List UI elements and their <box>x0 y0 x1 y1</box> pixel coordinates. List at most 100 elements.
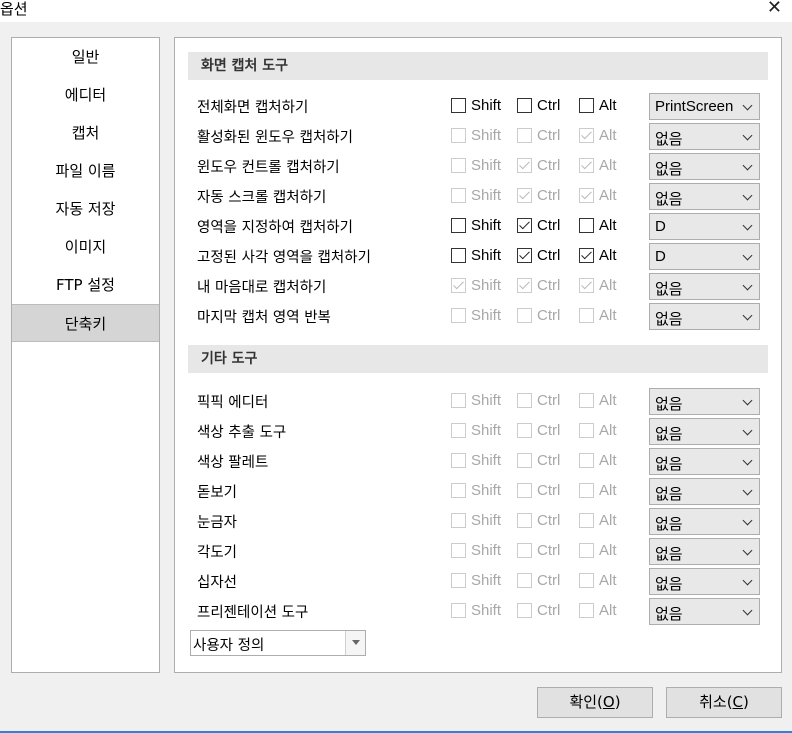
shortcut-label: 활성화된 윈도우 캡처하기 <box>197 130 353 146</box>
checkbox-box[interactable] <box>579 98 594 113</box>
alt-checkbox[interactable]: Alt <box>579 97 617 114</box>
key-select[interactable]: D <box>649 243 760 270</box>
chevron-down-icon[interactable] <box>742 425 753 436</box>
shortcut-label: 내 마음대로 캡처하기 <box>197 280 327 296</box>
shift-checkbox[interactable]: Shift <box>451 97 501 114</box>
chevron-down-icon[interactable] <box>742 605 753 616</box>
checkbox-box[interactable] <box>451 218 466 233</box>
ctrl-checkbox: Ctrl <box>517 422 560 439</box>
chevron-down-icon[interactable] <box>742 160 753 171</box>
chevron-down-icon[interactable] <box>742 455 753 466</box>
key-select[interactable]: 없음 <box>649 388 760 415</box>
shift-checkbox[interactable]: Shift <box>451 217 501 234</box>
shift-label: Shift <box>471 602 502 619</box>
key-select[interactable]: 없음 <box>649 123 760 150</box>
chevron-down-icon[interactable] <box>742 310 753 321</box>
chevron-down-icon[interactable] <box>742 515 753 526</box>
key-select[interactable]: 없음 <box>649 568 760 595</box>
key-select[interactable]: 없음 <box>649 418 760 445</box>
checkbox-box <box>579 603 594 618</box>
sidebar-item-0[interactable]: 일반 <box>12 38 159 76</box>
checkbox-box[interactable] <box>451 98 466 113</box>
sidebar-item-4[interactable]: 자동 저장 <box>12 190 159 228</box>
alt-checkbox[interactable]: Alt <box>579 247 617 264</box>
chevron-down-icon[interactable] <box>742 100 753 111</box>
checkbox-box <box>579 423 594 438</box>
chevron-down-icon[interactable] <box>742 130 753 141</box>
key-select[interactable]: 없음 <box>649 303 760 330</box>
cancel-button[interactable]: 취소(C) <box>666 687 782 718</box>
sidebar-item-5[interactable]: 이미지 <box>12 228 159 266</box>
chevron-down-icon[interactable] <box>742 220 753 231</box>
ctrl-label: Ctrl <box>537 97 561 114</box>
key-select[interactable]: 없음 <box>649 183 760 210</box>
checkbox-box <box>451 483 466 498</box>
ctrl-label: Ctrl <box>537 482 561 499</box>
sidebar-item-7[interactable]: 단축키 <box>12 304 159 342</box>
ctrl-checkbox[interactable]: Ctrl <box>517 247 560 264</box>
cancel-button-mnemonic: C <box>732 693 744 711</box>
checkmark-icon <box>579 188 594 203</box>
key-select[interactable]: 없음 <box>649 273 760 300</box>
key-select[interactable]: 없음 <box>649 508 760 535</box>
shortcut-row: 영역을 지정하여 캡처하기 Shift Ctrl Alt D <box>175 211 781 241</box>
checkbox-box <box>579 453 594 468</box>
checkbox-box[interactable] <box>517 98 532 113</box>
chevron-down-icon[interactable] <box>742 395 753 406</box>
ctrl-checkbox: Ctrl <box>517 277 560 294</box>
alt-checkbox: Alt <box>579 512 617 529</box>
shortcut-row: 내 마음대로 캡처하기 Shift Ctrl Alt 없음 <box>175 271 781 301</box>
chevron-down-icon[interactable] <box>742 575 753 586</box>
checkmark-icon <box>517 158 532 173</box>
shift-checkbox[interactable]: Shift <box>451 247 501 264</box>
sidebar-item-3[interactable]: 파일 이름 <box>12 152 159 190</box>
checkbox-box <box>579 573 594 588</box>
alt-label: Alt <box>599 512 617 529</box>
close-icon[interactable]: ✕ <box>767 0 782 18</box>
key-select[interactable]: 없음 <box>649 153 760 180</box>
key-select-value: PrintScreen <box>655 98 734 115</box>
chevron-down-icon[interactable] <box>742 250 753 261</box>
ctrl-label: Ctrl <box>537 572 561 589</box>
sidebar-item-2[interactable]: 캡처 <box>12 114 159 152</box>
key-select-value: 없음 <box>655 606 683 623</box>
sidebar-item-6[interactable]: FTP 설정 <box>12 266 159 304</box>
shortcut-label: 색상 팔레트 <box>197 455 269 471</box>
key-select[interactable]: D <box>649 213 760 240</box>
alt-label: Alt <box>599 452 617 469</box>
shift-label: Shift <box>471 422 502 439</box>
checkbox-box <box>451 158 466 173</box>
key-select[interactable]: 없음 <box>649 478 760 505</box>
sidebar-item-1[interactable]: 에디터 <box>12 76 159 114</box>
alt-label: Alt <box>599 542 617 559</box>
dropdown-arrow-icon[interactable] <box>345 631 365 655</box>
ctrl-checkbox[interactable]: Ctrl <box>517 217 560 234</box>
section-header: 화면 캡처 도구 <box>188 52 768 80</box>
alt-checkbox: Alt <box>579 572 617 589</box>
key-select[interactable]: 없음 <box>649 598 760 625</box>
checkmark-icon[interactable] <box>517 248 532 263</box>
key-select-value: D <box>655 248 666 265</box>
chevron-down-icon[interactable] <box>742 545 753 556</box>
chevron-down-icon[interactable] <box>742 485 753 496</box>
ok-button[interactable]: 확인(O) <box>537 687 653 718</box>
alt-checkbox[interactable]: Alt <box>579 217 617 234</box>
chevron-down-icon[interactable] <box>742 190 753 201</box>
checkmark-icon[interactable] <box>579 248 594 263</box>
shortcut-label: 프리젠테이션 도구 <box>197 605 309 621</box>
ctrl-label: Ctrl <box>537 422 561 439</box>
checkbox-box[interactable] <box>579 218 594 233</box>
shift-checkbox: Shift <box>451 452 501 469</box>
profile-select[interactable]: 사용자 정의 <box>190 630 366 656</box>
key-select[interactable]: 없음 <box>649 538 760 565</box>
ctrl-checkbox[interactable]: Ctrl <box>517 97 560 114</box>
alt-label: Alt <box>599 277 617 294</box>
checkbox-box[interactable] <box>451 248 466 263</box>
key-select[interactable]: 없음 <box>649 448 760 475</box>
alt-label: Alt <box>599 307 617 324</box>
key-select[interactable]: PrintScreen <box>649 93 760 120</box>
checkmark-icon <box>451 278 466 293</box>
checkbox-box <box>451 543 466 558</box>
checkmark-icon[interactable] <box>517 218 532 233</box>
chevron-down-icon[interactable] <box>742 280 753 291</box>
